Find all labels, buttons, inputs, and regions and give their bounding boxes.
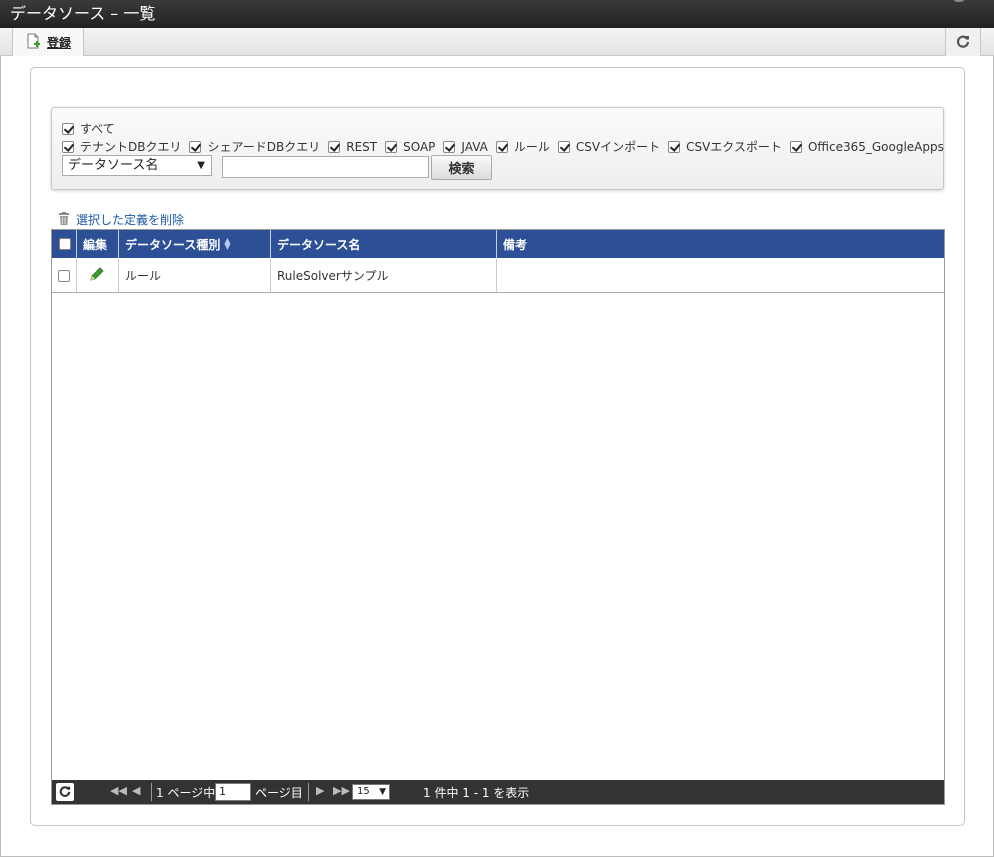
delete-selected-label: 選択した定義を削除 (76, 213, 185, 227)
refresh-icon (956, 34, 970, 51)
row-select-cell (52, 259, 77, 292)
dropdown-arrow-icon: ▼ (379, 787, 386, 797)
row-checkbox[interactable] (58, 269, 70, 282)
search-input[interactable] (222, 156, 429, 178)
filter-type-checkbox[interactable] (443, 140, 456, 153)
column-header-name[interactable]: データソース名 (271, 230, 497, 258)
filter-type-label: テナントDBクエリ (80, 140, 182, 154)
filter-type-label: REST (346, 139, 378, 154)
refresh-button[interactable] (945, 28, 981, 56)
page-size-value: 15 (357, 786, 370, 797)
filter-type-label: CSVインポート (575, 140, 661, 154)
row-note-cell (497, 259, 944, 292)
filter-all-checkbox[interactable] (62, 122, 74, 135)
new-document-icon (25, 33, 41, 52)
filter-type-label: Office365_GoogleApps (807, 139, 944, 154)
filter-type-item: REST (328, 140, 377, 154)
filter-type-item: ルール (495, 138, 550, 155)
filter-all-row: すべて (62, 120, 115, 137)
filter-type-checkbox[interactable] (385, 140, 398, 153)
trash-icon (58, 211, 70, 228)
filter-type-checkbox[interactable] (328, 140, 341, 153)
window-control[interactable] (952, 0, 966, 2)
next-page-icon[interactable]: ▶ (316, 784, 324, 797)
last-page-icon[interactable]: ▶▶ (333, 784, 350, 797)
filter-type-checkbox[interactable] (189, 140, 202, 153)
select-all-checkbox[interactable] (59, 238, 71, 250)
prev-page-icon[interactable]: ◀ (132, 784, 140, 797)
filter-type-checkbox[interactable] (495, 140, 508, 153)
column-header-edit: 編集 (77, 230, 119, 258)
row-name-cell: RuleSolverサンプル (271, 259, 497, 292)
select-all-cell (52, 230, 77, 258)
filter-type-item: テナントDBクエリ (62, 138, 181, 155)
filter-type-label: ルール (513, 140, 550, 154)
pager-refresh-button[interactable] (56, 783, 74, 801)
filter-type-item: CSVインポート (557, 138, 661, 155)
page-count-suffix: ページ目 (255, 786, 303, 800)
search-field-value: データソース名 (68, 158, 159, 173)
filter-type-label: CSVエクスポート (686, 140, 782, 154)
filter-type-label: シェアードDBクエリ (207, 140, 321, 154)
table-header: 編集 データソース種別 ▲ ▼ データソース名 備考 (52, 230, 944, 258)
table-row[interactable]: ルール RuleSolverサンプル (52, 259, 944, 293)
refresh-icon (59, 785, 71, 800)
column-header-type-label: データソース種別 (125, 237, 221, 252)
filter-type-item: SOAP (385, 140, 435, 154)
search-button[interactable]: 検索 (431, 155, 492, 180)
filter-type-checkbox[interactable] (789, 140, 802, 153)
filter-types-row: テナントDBクエリ シェアードDBクエリ REST SOAP JAVA ルール … (62, 138, 952, 155)
filter-type-label: JAVA (461, 139, 488, 154)
pager-summary: 1 件中 1 - 1 を表示 (423, 786, 530, 800)
pager-bar: ◀◀ ◀ 1 ページ中 1 ページ目 ▶ ▶▶ 15 ▼ 1 件中 1 - 1 … (52, 780, 944, 804)
row-edit-cell (77, 259, 119, 292)
window-title-bar: データソース – 一覧 (0, 0, 994, 28)
edit-pencil-icon[interactable] (89, 266, 105, 285)
pager-separator (151, 783, 152, 801)
filter-type-item: CSVエクスポート (668, 138, 782, 155)
dropdown-arrow-icon: ▼ (197, 160, 205, 171)
page-number-input[interactable]: 1 (215, 783, 251, 801)
sort-icon: ▲ ▼ (224, 236, 231, 251)
page-count-prefix: 1 ページ中 (156, 786, 216, 800)
filter-type-item: JAVA (443, 139, 488, 154)
filter-type-label: SOAP (403, 139, 436, 154)
filter-type-checkbox[interactable] (557, 140, 570, 153)
filter-type-checkbox[interactable] (62, 140, 74, 153)
delete-selected-link[interactable]: 選択した定義を削除 (58, 211, 184, 228)
window-title: データソース – 一覧 (10, 4, 156, 23)
datasource-table: 編集 データソース種別 ▲ ▼ データソース名 備考 ルール RuleSolver… (51, 229, 945, 805)
search-panel: すべて テナントDBクエリ シェアードDBクエリ REST SOAP JAVA … (51, 107, 944, 190)
column-header-note[interactable]: 備考 (497, 230, 944, 258)
filter-type-checkbox[interactable] (668, 140, 681, 153)
pager-separator (308, 783, 309, 801)
first-page-icon[interactable]: ◀◀ (110, 784, 127, 797)
row-type-cell: ルール (119, 259, 271, 292)
column-header-type[interactable]: データソース種別 ▲ ▼ (119, 230, 271, 258)
register-button[interactable]: 登録 (12, 28, 84, 56)
filter-type-item: Office365_GoogleApps (789, 139, 944, 154)
filter-type-item: シェアードDBクエリ (189, 138, 320, 155)
filter-all-label: すべて (80, 122, 115, 136)
register-label: 登録 (47, 35, 72, 50)
toolbar: 登録 (0, 28, 994, 56)
page-size-select[interactable]: 15 ▼ (352, 784, 390, 800)
search-field-select[interactable]: データソース名 ▼ (62, 155, 212, 176)
